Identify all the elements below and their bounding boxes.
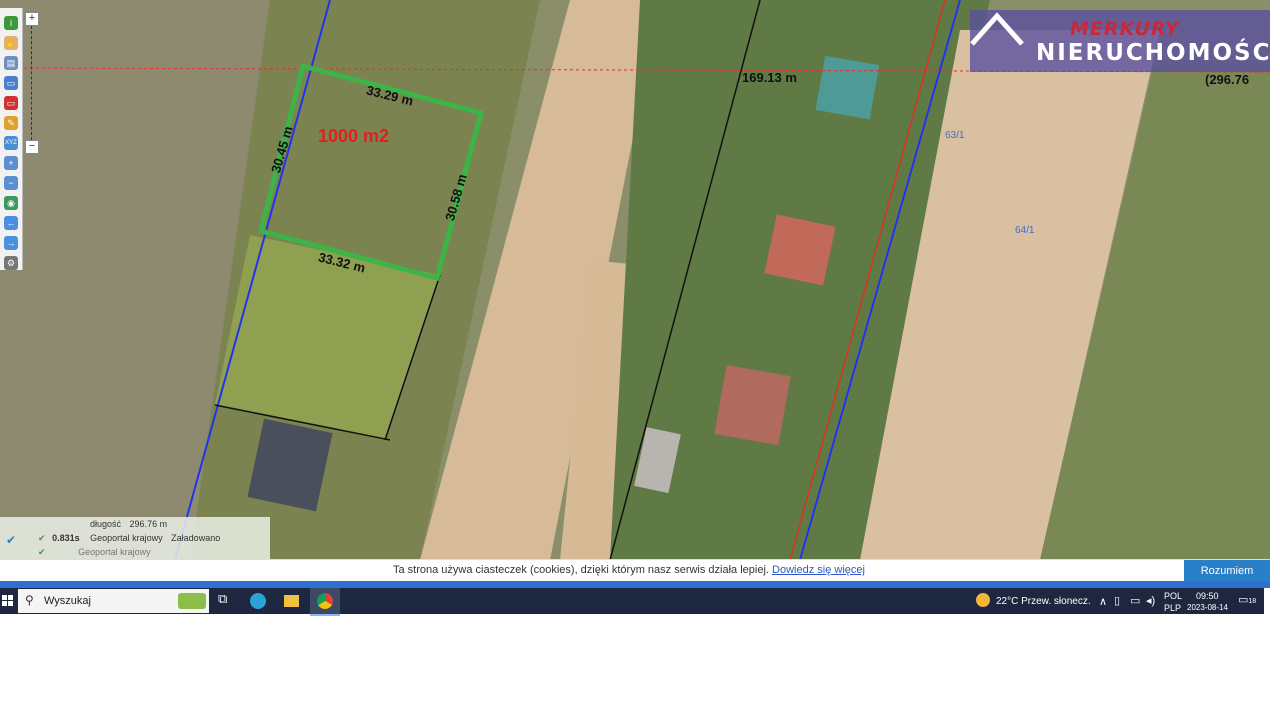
hand-icon[interactable]: ✋ (4, 36, 18, 50)
page-bottom-bar (0, 581, 1270, 588)
brand-logo: MERKURY NIERUCHOMOŚCI (970, 10, 1270, 72)
windows-start-icon[interactable] (0, 591, 16, 611)
measure-label: długość (90, 519, 122, 529)
settings-icon[interactable]: ⚙ (4, 256, 18, 270)
zoom-minus-button[interactable]: − (25, 140, 39, 154)
cookie-accept-button[interactable]: Rozumiem (1184, 560, 1270, 582)
volume-icon[interactable]: ◂) (1146, 594, 1155, 607)
map-view[interactable]: 1000 m2 33.29 m 30.45 m 30.58 m 33.32 m … (0, 0, 1270, 588)
weather-icon[interactable] (976, 591, 992, 611)
globe-icon[interactable]: ◉ (4, 196, 18, 210)
measure-value: 296.76 m (129, 519, 168, 529)
service-name: Geoportal krajowy (90, 533, 163, 543)
zoom-track[interactable] (31, 26, 33, 140)
tray-chevron-icon[interactable]: ∧ (1099, 595, 1107, 608)
success-check-icon: ✔ (38, 533, 46, 543)
cookie-banner: Ta strona używa ciasteczek (cookies), dz… (0, 559, 1270, 582)
forward-arrow-icon[interactable]: → (4, 236, 18, 250)
chrome-icon[interactable] (310, 588, 340, 616)
service-status: Załadowano (171, 533, 221, 543)
parcel-label: 63/1 (945, 130, 965, 141)
zoom-plus-button[interactable]: + (25, 12, 39, 26)
notification-icon[interactable]: ▭18 (1238, 593, 1256, 606)
edge-icon[interactable] (250, 591, 268, 611)
select-icon[interactable]: ▭ (4, 76, 18, 90)
brand-tagline: NIERUCHOMOŚCI (1036, 40, 1270, 66)
taskbar-search-box[interactable]: ⚲ Wyszukaj (18, 589, 209, 613)
success-check-icon: ✔ (38, 547, 46, 557)
check-icon: ✔ (6, 533, 17, 547)
search-highlight-icon (178, 593, 206, 609)
file-explorer-icon[interactable] (284, 591, 302, 611)
load-time: 0.831s (52, 533, 80, 543)
clock-date[interactable]: 2023-08-14 (1187, 603, 1228, 612)
weather-text[interactable]: 22°C Przew. słonecz. (996, 596, 1091, 607)
language-code[interactable]: POL (1164, 591, 1182, 601)
cookie-message: Ta strona używa ciasteczek (cookies), dz… (393, 564, 769, 576)
cookie-more-link[interactable]: Dowiedz się więcej (772, 564, 865, 576)
zoom-in-icon[interactable]: + (4, 156, 18, 170)
layer-icon[interactable]: ▭ (4, 96, 18, 110)
house-roof-icon (970, 12, 1024, 46)
total-length-label: (296.76 (1205, 72, 1250, 87)
map-imagery (0, 0, 1270, 588)
service-name-secondary: Geoportal krajowy (78, 547, 151, 557)
brand-name: MERKURY (1070, 18, 1180, 40)
parcel-label: 64/1 (1015, 225, 1035, 236)
zoom-out-icon[interactable]: − (4, 176, 18, 190)
document-icon[interactable]: ▤ (4, 56, 18, 70)
plot-area-label: 1000 m2 (318, 126, 390, 146)
info-icon[interactable]: i (4, 16, 18, 30)
measure-icon[interactable]: XYZ (4, 136, 18, 150)
back-arrow-icon[interactable]: ← (4, 216, 18, 230)
keyboard-layout[interactable]: PLP (1164, 603, 1181, 613)
clock-time[interactable]: 09:50 (1196, 591, 1219, 601)
search-placeholder: Wyszukaj (44, 595, 91, 607)
task-view-icon[interactable]: ⧉ (218, 591, 234, 611)
zoom-slider[interactable]: + − (25, 12, 39, 154)
display-icon[interactable]: ▭ (1130, 594, 1140, 607)
status-panel: długość 296.76 m ✔ ✔ 0.831s Geoportal kr… (0, 517, 270, 561)
network-icon[interactable]: ▯ (1114, 594, 1120, 607)
road-length-label: 169.13 m (742, 70, 797, 85)
notification-count: 18 (1248, 598, 1257, 605)
map-toolbar: i ✋ ▤ ▭ ▭ ✎ XYZ + − ◉ ← → ⚙ (0, 8, 23, 270)
search-icon: ⚲ (25, 593, 34, 607)
pencil-icon[interactable]: ✎ (4, 116, 18, 130)
